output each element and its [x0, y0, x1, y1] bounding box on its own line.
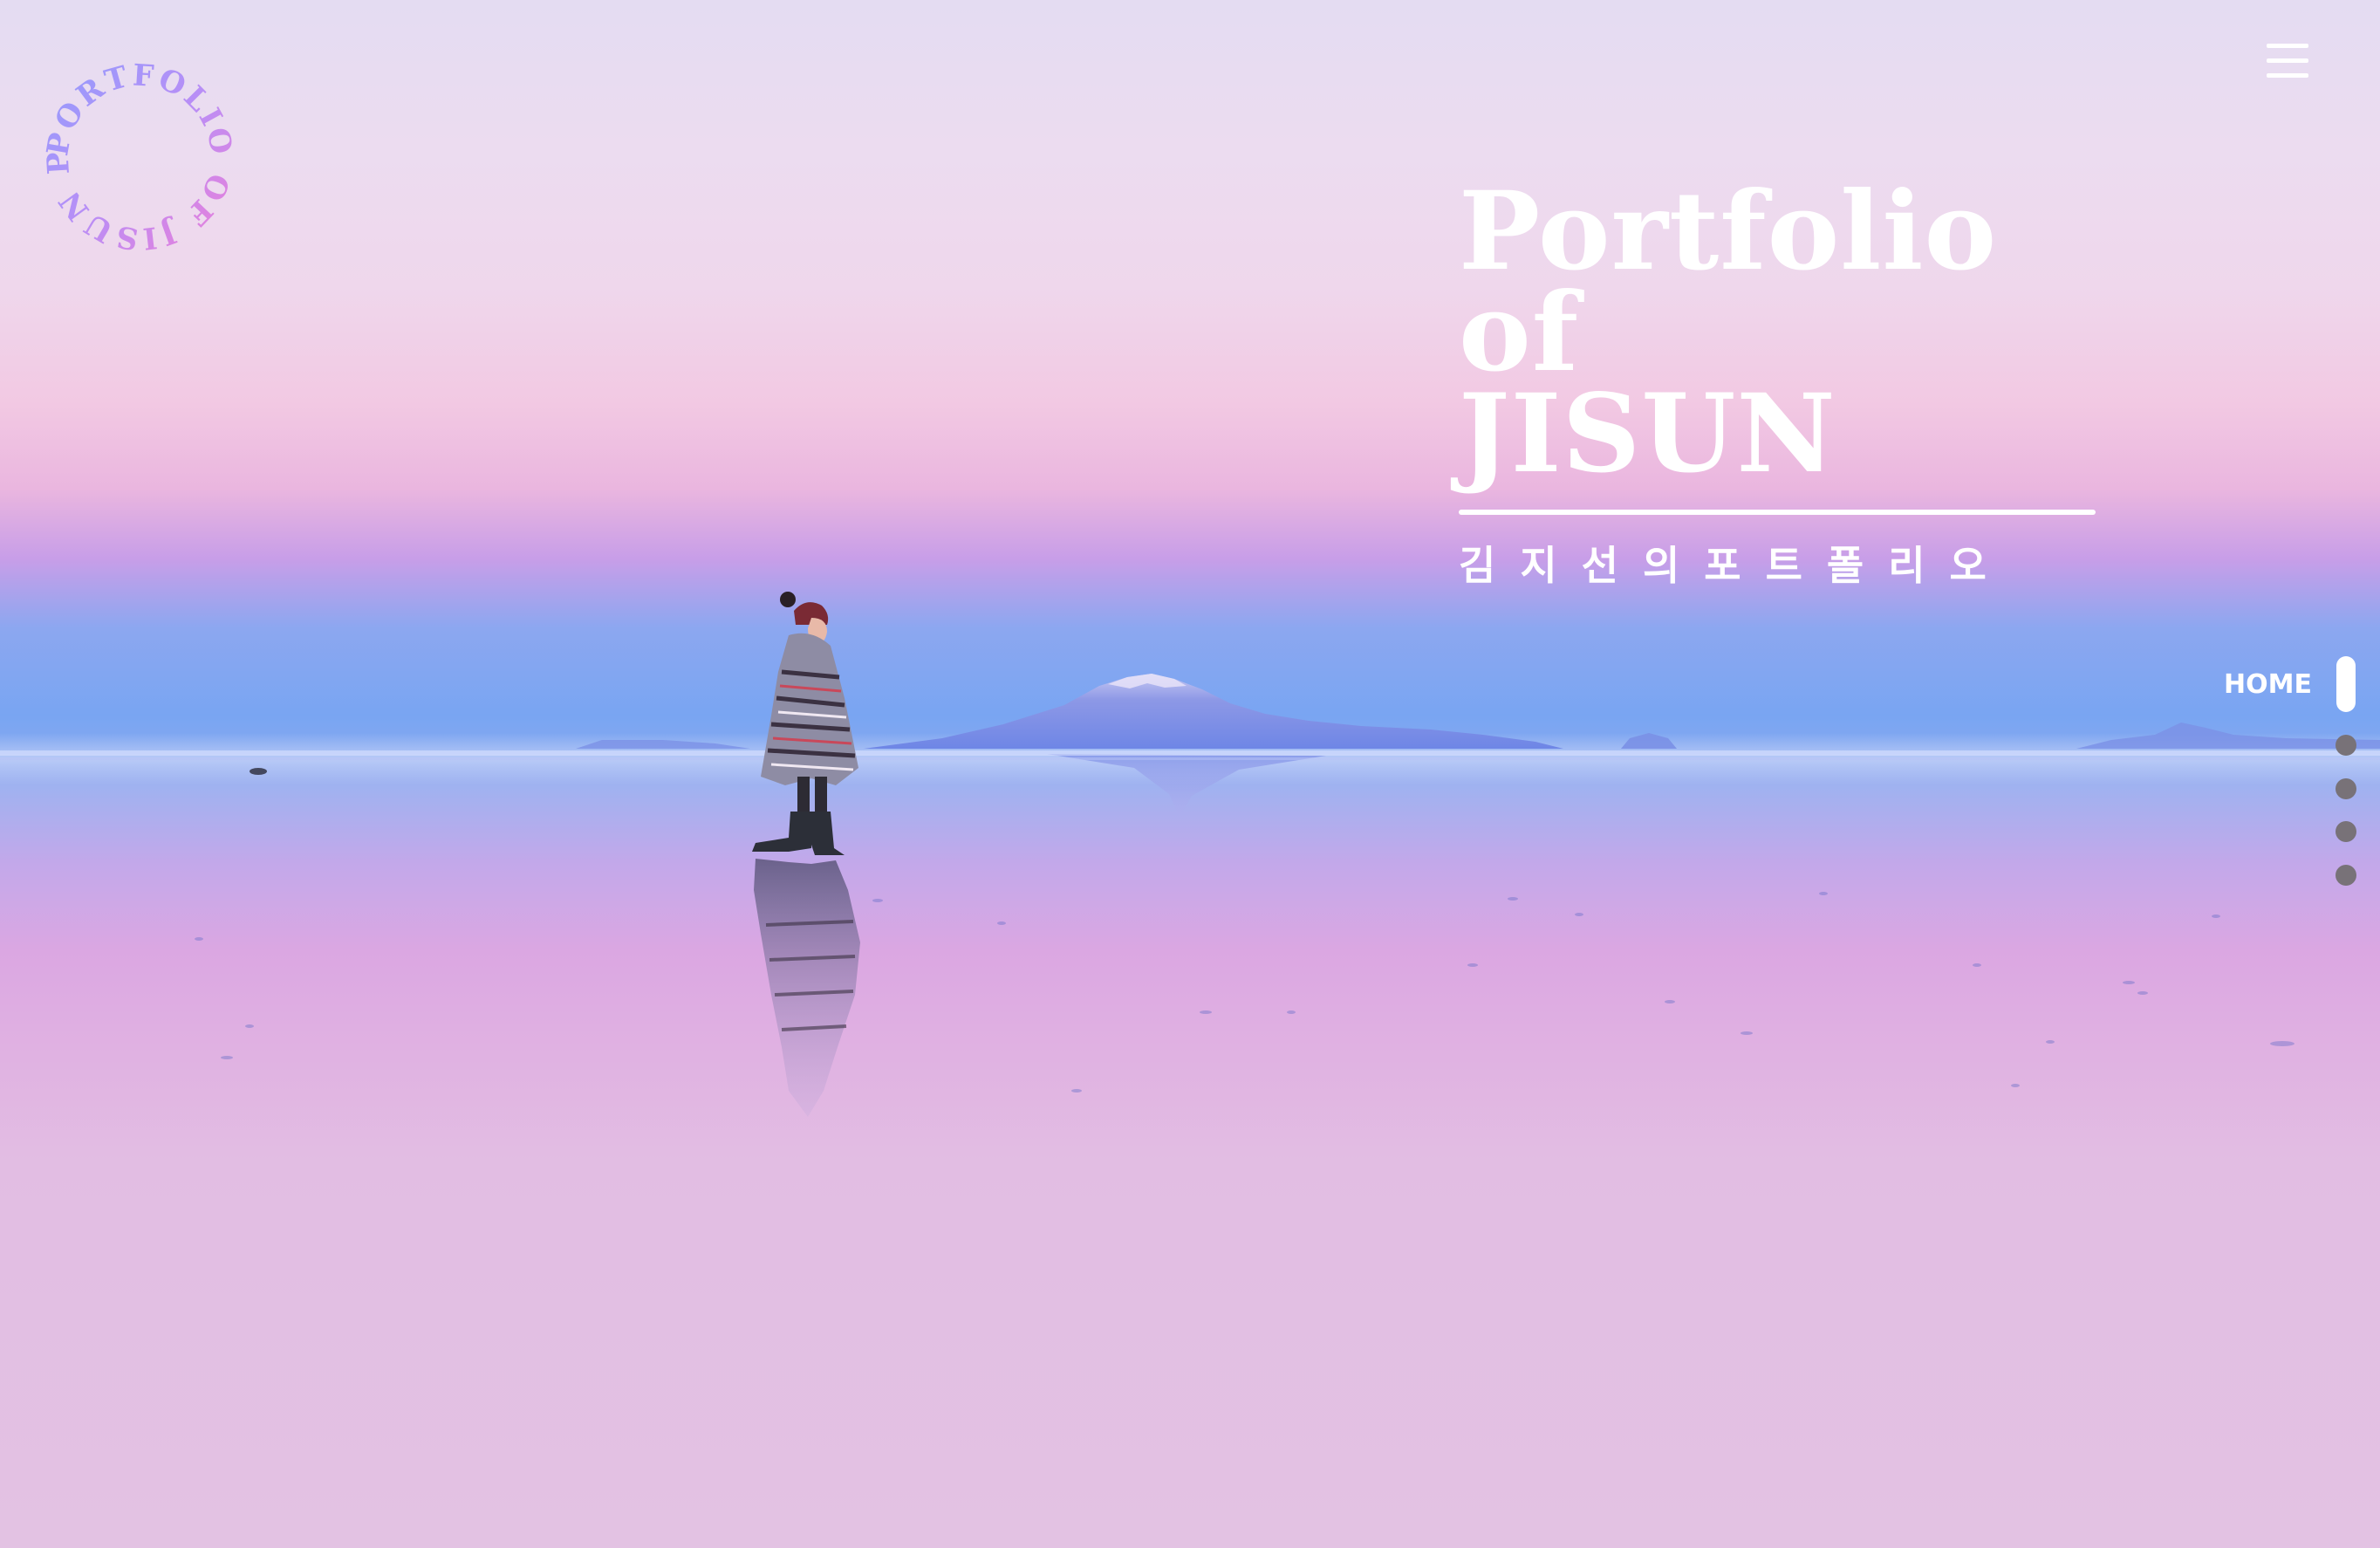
section-nav-dot-2[interactable] [2336, 735, 2356, 756]
page-subtitle: 김지선의포트폴리오 [1459, 542, 2011, 589]
section-nav-home[interactable]: HOME [2224, 656, 2356, 712]
logo-ring-text: PORTFOLIO OF JISUN PORTFOLIO [44, 61, 236, 253]
nav-dot [2336, 821, 2356, 842]
title-divider [1459, 510, 2096, 515]
section-nav-dot-3[interactable] [2336, 778, 2356, 799]
page-title-line1: Portfolio of [1459, 168, 1998, 396]
hero-heading-block: Portfolio of JISUN 김지선의포트폴리오 [1459, 178, 2122, 592]
section-nav-label: HOME [2224, 668, 2312, 700]
hero-page: PORTFOLIO OF JISUN PORTFOLIO Portfolio o… [0, 0, 2380, 1548]
portfolio-ring-logo[interactable]: PORTFOLIO OF JISUN PORTFOLIO [44, 61, 236, 253]
section-nav-active-indicator [2336, 656, 2356, 712]
section-nav-dot-4[interactable] [2336, 821, 2356, 842]
nav-dot [2336, 778, 2356, 799]
section-nav: HOME [2216, 656, 2356, 901]
nav-dot [2336, 735, 2356, 756]
section-nav-dot-5[interactable] [2336, 865, 2356, 886]
svg-text:PORTFOLIO OF JISUN PORTFOLIO: PORTFOLIO OF JISUN PORTFOLIO [44, 61, 236, 253]
menu-button[interactable] [2258, 37, 2317, 86]
page-title: Portfolio of JISUN [1459, 178, 2122, 489]
nav-dot [2336, 865, 2356, 886]
page-title-line2: JISUN [1459, 371, 1836, 497]
